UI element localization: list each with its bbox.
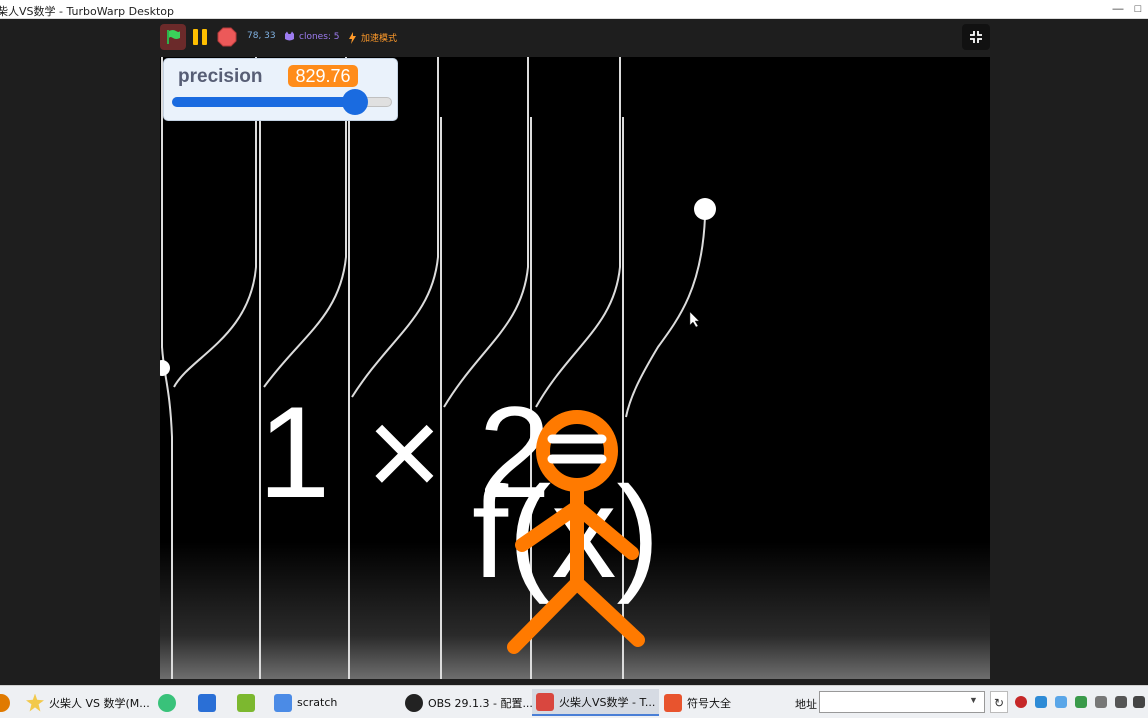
cubie-app-icon [237,693,255,712]
window-title: 火柴人VS数学 - TurboWarp Desktop [0,5,175,18]
slider-fill [172,97,355,107]
clones-counter: clones: 5 [284,31,340,42]
wps-writer-icon [198,693,216,712]
stage-controls: 78, 33 clones: 5 加速模式 [160,24,990,50]
taskbar-item-label: 符号大全 [687,696,731,710]
collapse-icon [970,31,982,43]
lightning-icon [349,31,356,44]
refresh-icon[interactable]: ↻ [990,691,1008,713]
window-titlebar: 火柴人VS数学 - TurboWarp Desktop — □ [0,0,1148,19]
taskbar-item-music[interactable] [158,689,176,716]
slider-thumb[interactable] [342,89,368,115]
tray-app-icon-blue[interactable] [1035,696,1047,708]
taskbar-item-label: 火柴人VS数学 - T... [559,695,656,709]
pause-icon [193,29,207,45]
stage-canvas[interactable]: 1 × 2 f(x) precision 829.76 [160,57,990,679]
green-flag-icon [167,30,180,44]
taskbar-item-folder-math[interactable]: 火柴人 VS 数学(M... [26,689,150,716]
monitor-label: precision [178,66,263,87]
tray-app-icon-cloud[interactable] [1055,696,1067,708]
sogou-icon [664,693,682,712]
obs-icon [405,693,423,712]
taskbar-item-scratch-folder[interactable]: scratch [274,689,337,716]
folder-icon [274,693,292,712]
turbo-mode-indicator: 加速模式 [348,31,397,44]
address-input[interactable] [819,691,985,713]
turbowarp-app: 78, 33 clones: 5 加速模式 1 × 2 f(x) precisi… [0,19,1148,685]
minimize-button[interactable]: — [1110,1,1126,17]
taskbar-item-label: 火柴人 VS 数学(M... [49,696,150,710]
chevron-down-icon[interactable]: ▼ [969,695,978,705]
input-method-icon[interactable] [1115,696,1127,708]
curve-8 [443,57,529,408]
stop-icon [217,27,237,47]
mouse-cursor [689,311,700,328]
taskbar-item-wps[interactable] [198,689,216,716]
fullscreen-button[interactable] [962,24,990,50]
taskbar-start-fragment[interactable] [0,689,10,716]
windows-taskbar: 火柴人 VS 数学(M... scratch OBS 29.1.3 - 配置..… [0,685,1148,718]
stage-drawing: 1 × 2 f(x) [160,57,716,679]
maximize-button[interactable]: □ [1130,1,1146,17]
precision-slider[interactable] [172,89,392,115]
stop-button[interactable] [216,24,238,50]
taskbar-item-cubie[interactable] [237,689,255,716]
volume-icon[interactable] [1095,696,1107,708]
star-folder-icon [26,693,44,712]
left-edge-dot [160,360,170,376]
taskbar-item-obs[interactable]: OBS 29.1.3 - 配置... [405,689,533,716]
taskbar-item-symbols[interactable]: 符号大全 [664,689,731,716]
pause-button[interactable] [190,24,210,50]
green-flag-button[interactable] [160,24,186,50]
taskbar-item-label: scratch [297,696,338,709]
tray-app-icon-red[interactable] [1015,696,1027,708]
taskbar-item-label: OBS 29.1.3 - 配置... [428,696,533,710]
app-icon [0,693,10,712]
notification-icon[interactable] [1133,696,1145,708]
tray-security-icon[interactable] [1075,696,1087,708]
address-toolbar-label: 地址 [795,698,817,711]
tracer-dot [694,198,716,220]
monitor-value: 829.76 [288,65,358,87]
clones-count-text: clones: 5 [299,31,340,42]
mouse-position-readout: 78, 33 [247,31,276,41]
curve-10 [535,57,621,408]
cat-icon [285,31,294,41]
turbo-mode-text: 加速模式 [361,34,398,44]
precision-variable-monitor: precision 829.76 [163,58,398,121]
music-app-icon [158,693,176,712]
taskbar-item-turbowarp[interactable]: 火柴人VS数学 - T... [532,689,660,716]
turbowarp-icon [536,692,554,711]
